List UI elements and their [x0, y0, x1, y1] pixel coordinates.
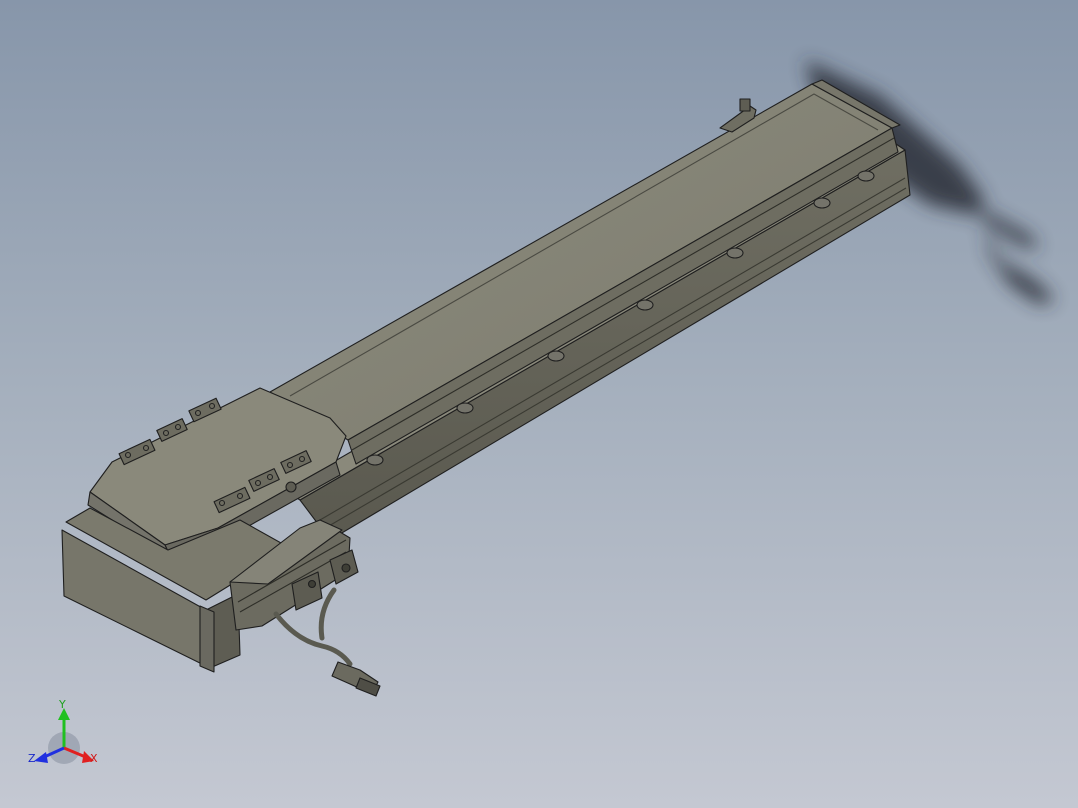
carriage-fitting	[285, 481, 297, 493]
z-axis-label: Z	[28, 752, 36, 765]
x-axis-label: X	[90, 752, 98, 765]
rail-slot	[351, 137, 895, 451]
linear-actuator-model[interactable]	[61, 79, 911, 697]
z-axis-head	[34, 752, 48, 763]
coordinate-triad: Y X Z	[28, 698, 98, 765]
model-viewport[interactable]: Y X Z	[0, 0, 1078, 808]
motor-cable-2	[318, 587, 337, 641]
rail-side-face	[347, 127, 899, 465]
motor-cable	[273, 611, 353, 667]
y-axis-label: Y	[58, 698, 66, 711]
sensor-block	[739, 98, 751, 112]
motor-end-plate	[199, 605, 215, 673]
